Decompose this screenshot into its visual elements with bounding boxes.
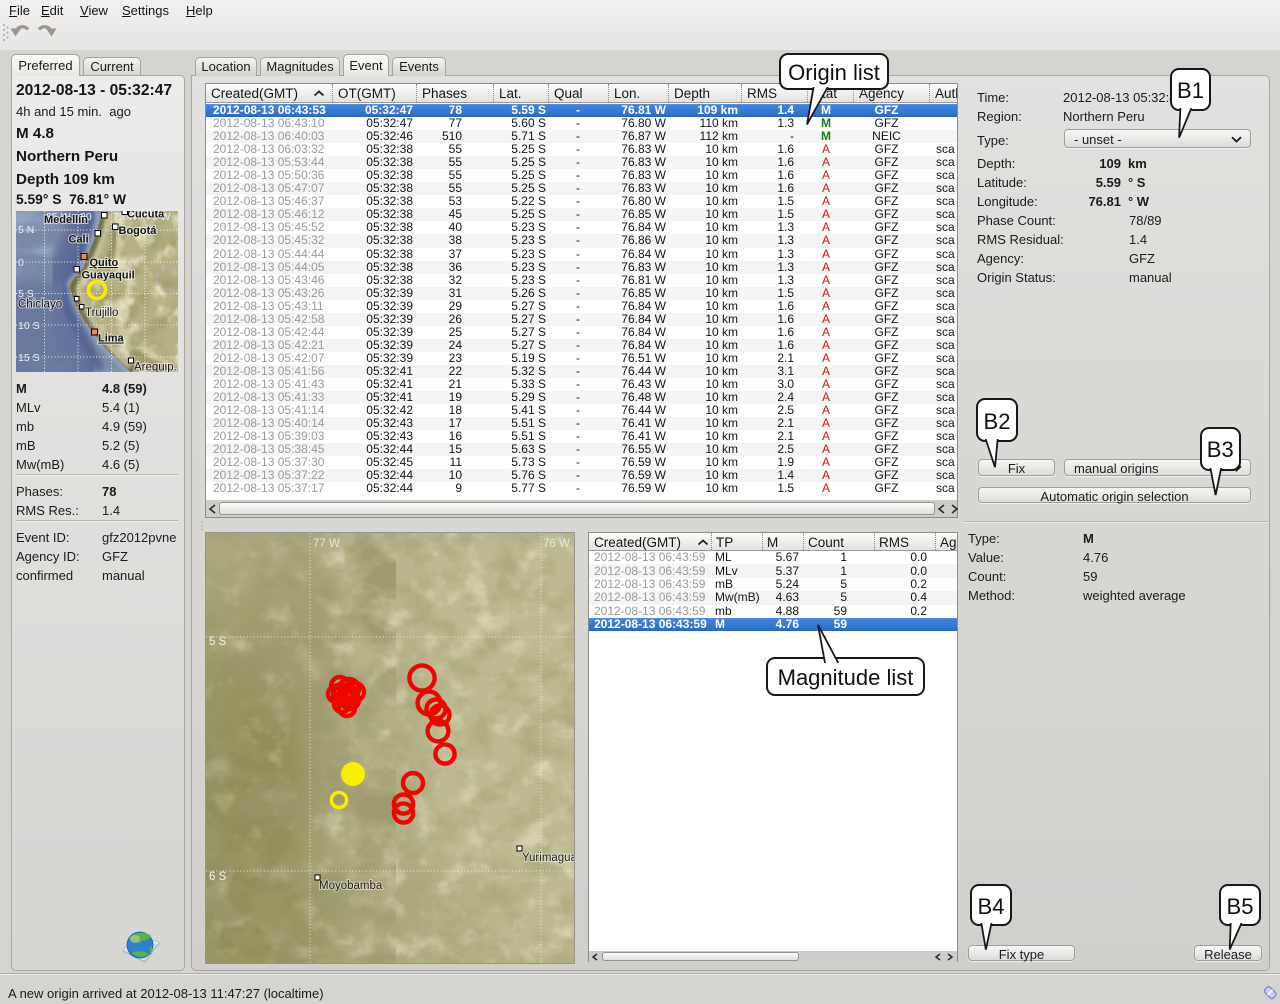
svg-text:Moyobamba: Moyobamba [319, 880, 383, 892]
svg-text:Cali: Cali [69, 234, 89, 246]
svg-text:Cúcuta: Cúcuta [127, 211, 165, 221]
svg-text:Yurimagua: Yurimagua [522, 852, 574, 864]
svg-text:5 S: 5 S [209, 636, 227, 648]
svg-text:Arequip.: Arequip. [134, 362, 177, 373]
svg-text:0: 0 [18, 257, 24, 269]
svg-text:15 S: 15 S [18, 352, 40, 364]
svg-text:Chiclayo: Chiclayo [18, 299, 62, 311]
svg-text:77 W: 77 W [313, 538, 340, 550]
svg-text:Trujillo: Trujillo [85, 307, 118, 319]
svg-text:Guayaquil: Guayaquil [82, 270, 135, 282]
svg-text:Quito: Quito [90, 257, 119, 269]
svg-text:10 S: 10 S [18, 320, 40, 332]
svg-text:6 S: 6 S [209, 871, 227, 883]
svg-text:Medellín: Medellín [44, 214, 88, 226]
svg-text:5 N: 5 N [18, 224, 34, 236]
svg-text:Bogotá: Bogotá [119, 225, 158, 237]
svg-text:Lima: Lima [98, 333, 125, 345]
svg-text:76 W: 76 W [543, 538, 570, 550]
